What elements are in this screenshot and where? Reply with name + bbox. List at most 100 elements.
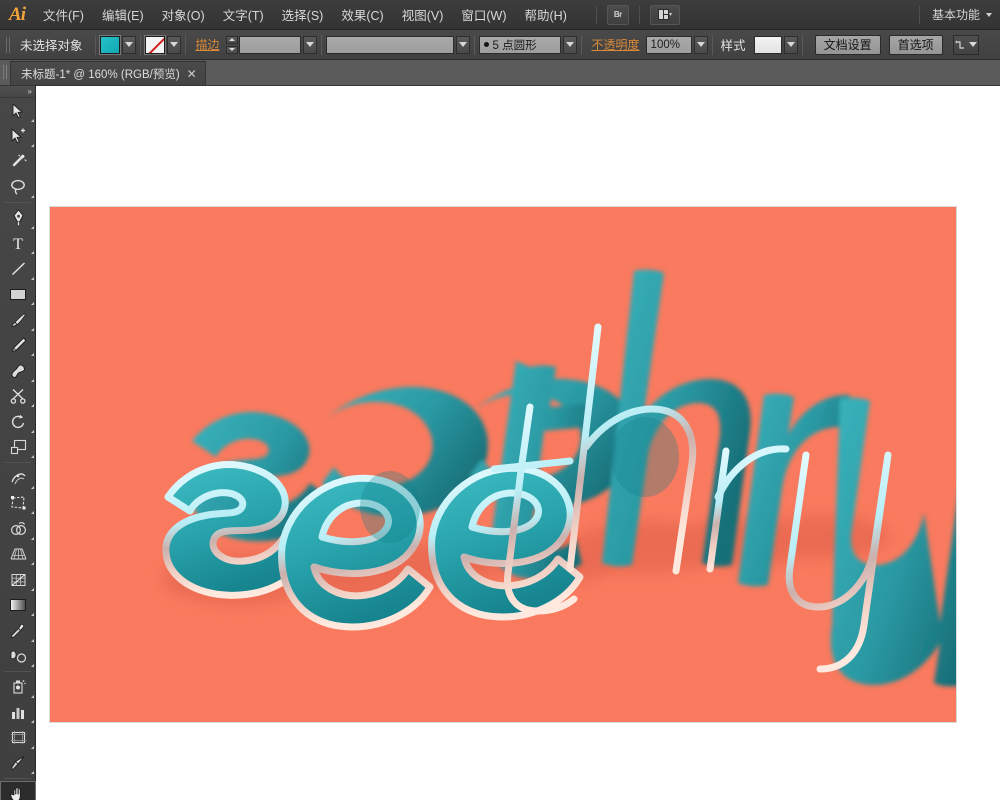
menu-effect[interactable]: 效果(C) [332, 0, 392, 30]
blob-brush-tool[interactable] [0, 358, 36, 384]
tool-expand-corner [31, 587, 34, 591]
preferences-button[interactable]: 首选项 [888, 34, 943, 55]
fill-swatch-group[interactable] [98, 34, 136, 55]
type-tool[interactable]: T [0, 231, 36, 257]
selection-tool[interactable] [0, 98, 36, 124]
tool-expand-corner [31, 225, 34, 229]
close-icon[interactable]: ✕ [187, 68, 197, 80]
tab-bar-grip[interactable] [0, 59, 10, 85]
stroke-weight-field[interactable] [238, 35, 301, 54]
blend-tool[interactable] [0, 644, 36, 670]
bridge-icon[interactable]: Br [606, 4, 629, 25]
opacity-field[interactable]: 100% [645, 35, 692, 54]
menu-object[interactable]: 对象(O) [153, 0, 214, 30]
tool-expand-corner [31, 536, 34, 540]
gradient-tool[interactable] [0, 593, 36, 619]
stroke-swatch-group[interactable] [143, 34, 181, 55]
align-icon [954, 40, 964, 49]
rotate-tool[interactable] [0, 409, 36, 435]
fill-swatch[interactable] [98, 34, 121, 55]
document-setup-button[interactable]: 文档设置 [814, 34, 881, 55]
lasso-tool[interactable] [0, 175, 36, 201]
menu-window[interactable]: 窗口(W) [452, 0, 515, 30]
magic-wand-tool[interactable] [0, 149, 36, 175]
arrange-documents-icon[interactable] [649, 4, 680, 25]
menu-type[interactable]: 文字(T) [214, 0, 273, 30]
style-dropdown[interactable] [783, 35, 798, 54]
symbol-sprayer-tool[interactable] [0, 674, 36, 700]
tool-expand-corner [31, 276, 34, 280]
stroke-weight-stepper[interactable] [225, 35, 238, 54]
chevron-down-icon[interactable] [986, 12, 992, 17]
eraser-scissors-tool[interactable] [0, 384, 36, 410]
brush-definition-dropdown[interactable] [562, 35, 577, 54]
artboard-tool[interactable] [0, 725, 36, 751]
line-segment-tool[interactable] [0, 256, 36, 282]
opacity-label[interactable]: 不透明度 [586, 36, 646, 53]
menu-edit[interactable]: 编辑(E) [93, 0, 153, 30]
tool-expand-corner [31, 771, 34, 774]
stroke-dropdown-button[interactable] [166, 35, 181, 54]
artboard[interactable] [50, 207, 956, 722]
menu-view[interactable]: 视图(V) [393, 0, 453, 30]
tool-expand-corner [31, 745, 34, 749]
tool-expand-corner [31, 378, 34, 382]
mesh-tool[interactable] [0, 567, 36, 593]
free-transform-tool[interactable] [0, 491, 36, 517]
menu-select[interactable]: 选择(S) [273, 0, 333, 30]
warp-icon [10, 473, 26, 484]
tool-expand-corner [31, 485, 34, 489]
fill-dropdown-button[interactable] [121, 35, 136, 54]
slice-tool[interactable] [0, 751, 36, 777]
width-warp-tool[interactable] [0, 465, 36, 491]
graphic-style-swatch[interactable] [753, 35, 782, 54]
control-divider-2 [139, 34, 141, 55]
double-chevron-icon: » [27, 86, 33, 96]
workspace-selector[interactable]: 基本功能 [926, 6, 986, 23]
control-bar-grip[interactable] [4, 34, 12, 55]
magic-wand-icon [12, 154, 27, 166]
hand-tool[interactable] [0, 781, 36, 800]
stroke-profile-field[interactable] [325, 35, 454, 54]
bridge-label: Br [613, 10, 622, 19]
paintbrush-tool[interactable] [0, 307, 36, 333]
stepper-down[interactable] [225, 45, 238, 54]
rectangle-tool[interactable] [0, 282, 36, 308]
stroke-weight-dropdown[interactable] [302, 35, 317, 54]
paintbrush-icon [11, 312, 26, 327]
tool-expand-corner [31, 144, 34, 147]
menubar-divider-2 [638, 5, 640, 24]
stroke-label[interactable]: 描边 [190, 36, 226, 53]
brush-definition-field[interactable]: 5 点圆形 [478, 35, 561, 54]
perspective-grid-tool[interactable] [0, 542, 36, 568]
pencil-tool[interactable] [0, 333, 36, 359]
bar-chart-icon [11, 707, 24, 719]
opacity-dropdown[interactable] [693, 35, 708, 54]
illustrator-window: Ai 文件(F) 编辑(E) 对象(O) 文字(T) 选择(S) 效果(C) 视… [0, 0, 1000, 800]
stepper-up[interactable] [225, 35, 238, 44]
pencil-icon [11, 337, 26, 353]
toolbox-collapse-handle[interactable]: » [0, 86, 35, 98]
menu-file[interactable]: 文件(F) [34, 0, 93, 30]
direct-selection-tool[interactable] [0, 124, 36, 150]
stroke-swatch-none[interactable] [143, 34, 166, 55]
scale-tool[interactable] [0, 435, 36, 461]
menu-help[interactable]: 帮助(H) [516, 0, 576, 30]
tool-expand-corner [31, 720, 34, 723]
hand-icon [10, 786, 21, 800]
document-tab[interactable]: 未标题-1* @ 160% (RGB/预览) ✕ [10, 61, 206, 85]
eyedropper-tool[interactable] [0, 618, 36, 644]
canvas-area[interactable] [36, 86, 1000, 800]
toolbox-divider-1 [4, 202, 31, 203]
control-bar-flyout-menu[interactable] [952, 34, 979, 55]
column-graph-tool[interactable] [0, 700, 36, 726]
chevron-down-icon [169, 42, 178, 47]
pen-tool[interactable] [0, 205, 36, 231]
shape-builder-tool[interactable] [0, 516, 36, 542]
direct-cursor-icon [11, 128, 25, 144]
artwork-extrusion [191, 269, 956, 687]
control-divider-4 [320, 34, 322, 55]
stroke-profile-dropdown[interactable] [455, 35, 470, 54]
gradient-icon [10, 599, 26, 612]
rectangle-icon [10, 288, 26, 300]
